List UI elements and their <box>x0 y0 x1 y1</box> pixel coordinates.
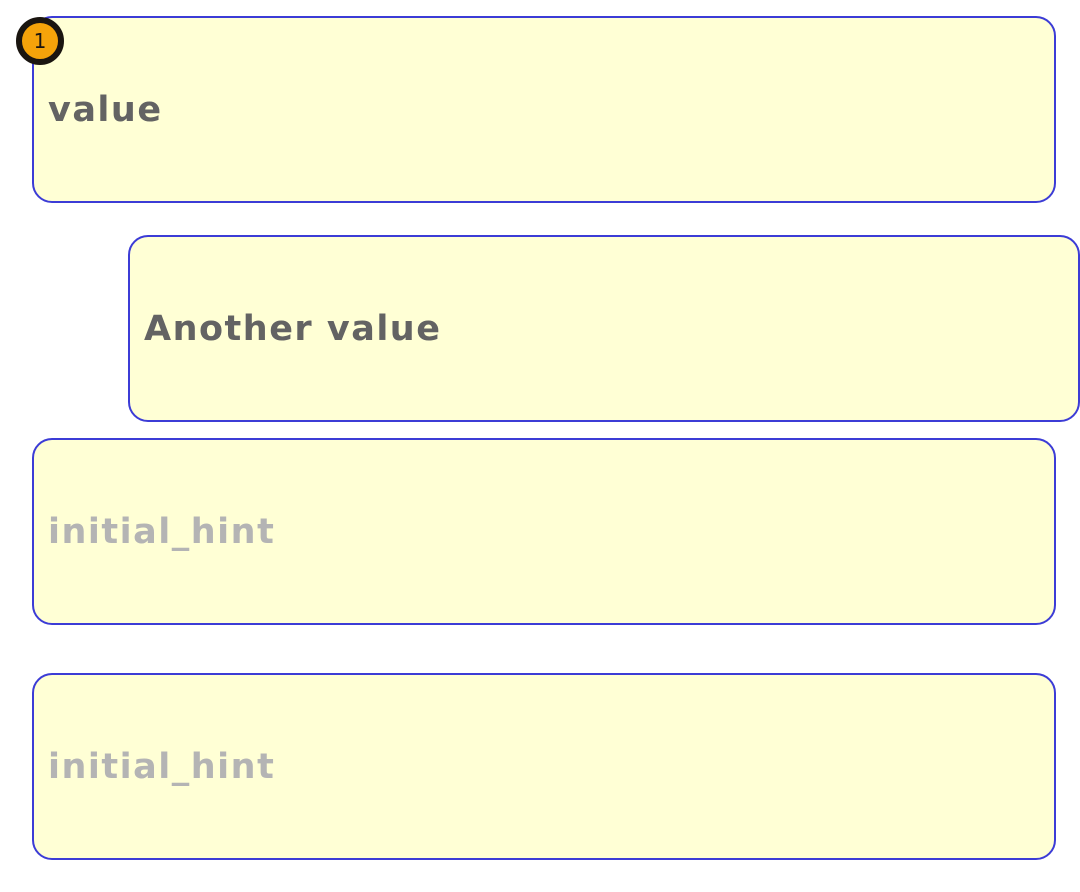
text-field-3[interactable]: initial_hint <box>32 438 1056 625</box>
text-field-1-value: value <box>48 89 163 130</box>
text-field-4-hint: initial_hint <box>48 746 276 787</box>
text-field-4[interactable]: initial_hint <box>32 673 1056 860</box>
text-field-3-hint: initial_hint <box>48 511 276 552</box>
text-field-2[interactable]: Another value <box>128 235 1080 422</box>
text-field-2-value: Another value <box>144 308 442 349</box>
step-number-badge: 1 <box>16 17 64 65</box>
text-field-1[interactable]: value <box>32 16 1056 203</box>
